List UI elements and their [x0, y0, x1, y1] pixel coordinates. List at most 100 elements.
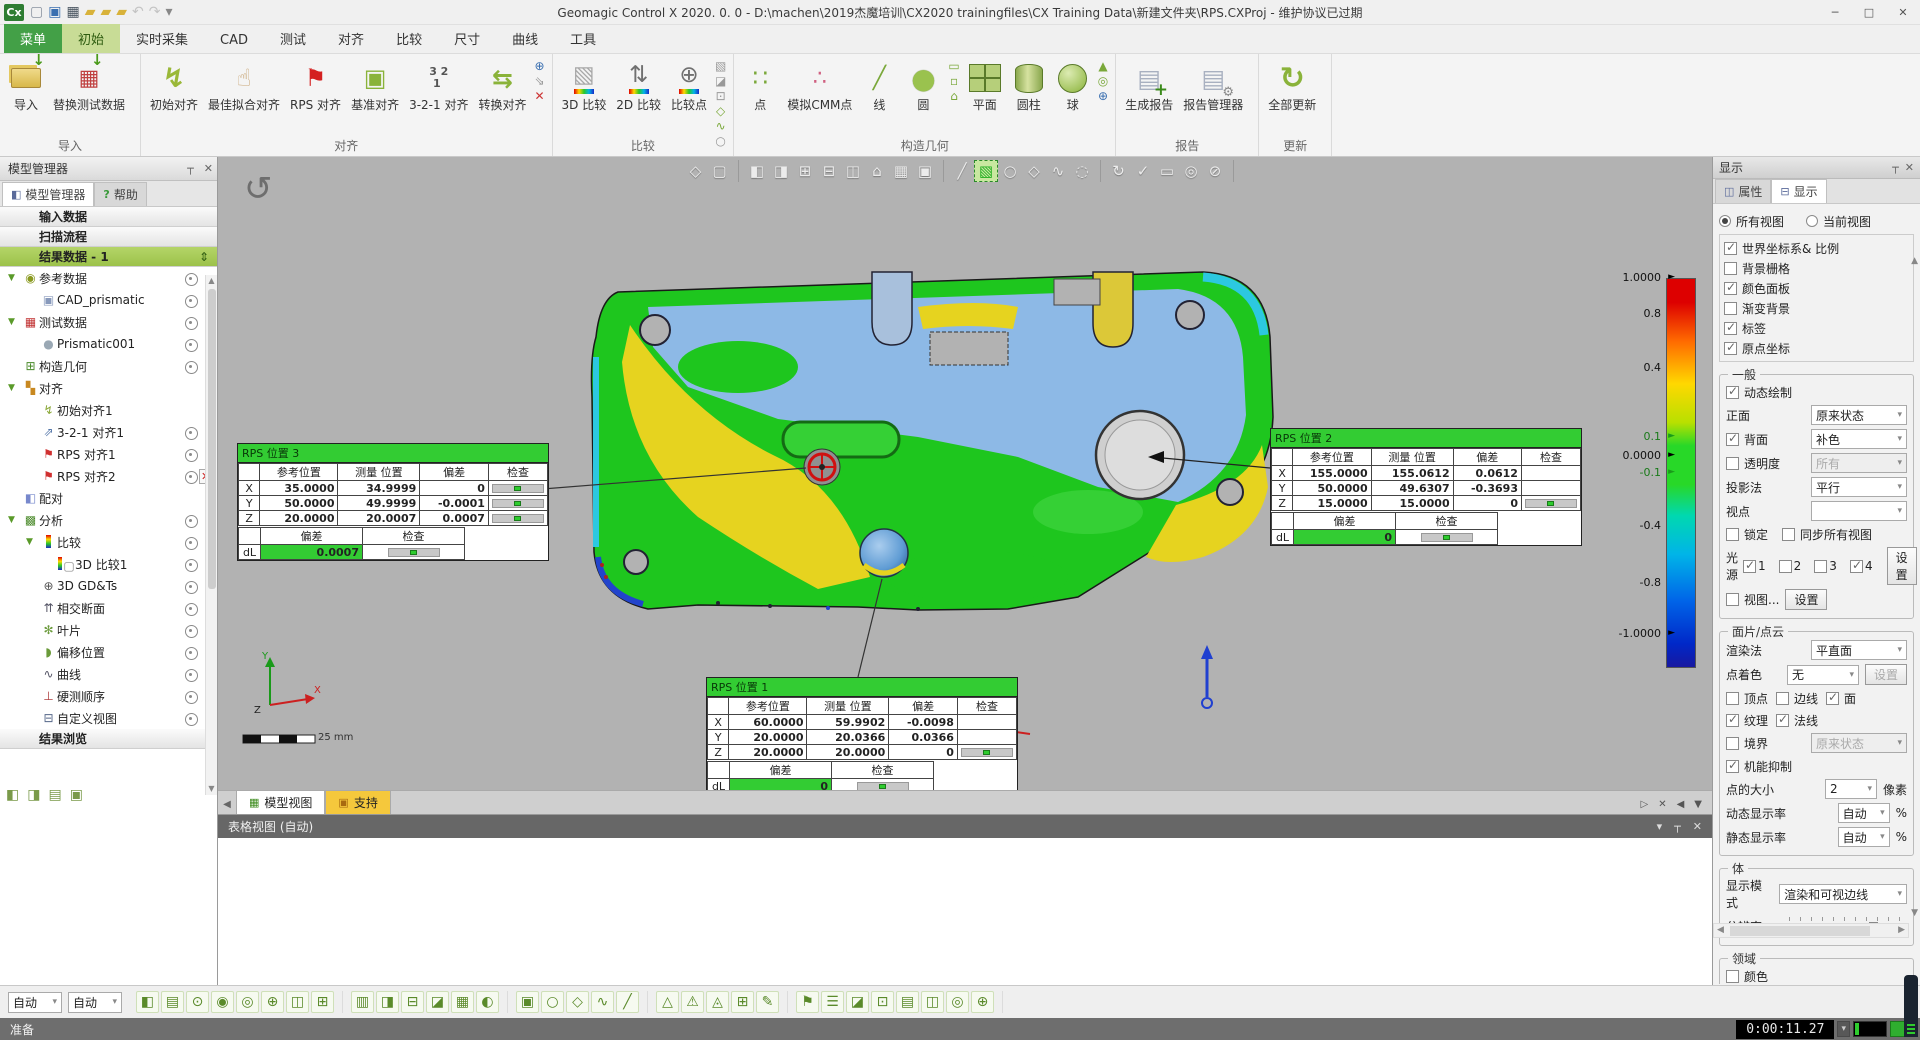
globe-icon[interactable]: ◎	[946, 991, 969, 1013]
tab-properties[interactable]: ◫ 属性	[1715, 179, 1771, 203]
maximize-button[interactable]: □	[1852, 0, 1886, 24]
checkbox[interactable]	[1726, 714, 1739, 727]
tree-item[interactable]: 3-2-1 对齐1	[0, 421, 217, 443]
tree-filter-icon-4[interactable]: ▣	[70, 787, 83, 803]
scroll-down-icon[interactable]: ▼	[206, 783, 217, 795]
mesh-display-icon[interactable]: ▥	[351, 991, 374, 1013]
tree-item[interactable]: 硬测顺序	[0, 685, 217, 707]
visibility-eye-icon[interactable]	[184, 602, 199, 615]
visibility-eye-icon[interactable]	[184, 536, 199, 549]
select-line-icon[interactable]: ╱	[616, 991, 639, 1013]
prev-tab-icon[interactable]: ◀	[1677, 799, 1685, 810]
freeform-select-icon[interactable]: ∿	[1046, 160, 1070, 182]
tab-model-manager[interactable]: ◧ 模型管理器	[2, 182, 94, 206]
visibility-eye-icon[interactable]	[184, 272, 199, 285]
cylinder-tool-button[interactable]: 圆柱	[1007, 56, 1051, 116]
boundary-compare-icon[interactable]: ⊡	[715, 90, 726, 102]
rectangle-tool-icon[interactable]: ▫	[948, 75, 959, 87]
scroll-right-icon[interactable]: ▶	[1898, 925, 1905, 935]
region-color-checkbox[interactable]	[1726, 970, 1739, 983]
expand-arrow-icon[interactable]	[8, 273, 22, 283]
scroll-down-icon[interactable]: ▼	[1911, 908, 1918, 918]
back-face-select[interactable]: 补色	[1811, 429, 1907, 449]
suppress-checkbox[interactable]	[1726, 760, 1739, 773]
tab-menu-icon[interactable]: ▼	[1694, 799, 1702, 810]
auto-mode-select[interactable]: 自动	[8, 992, 62, 1013]
tree-item[interactable]: 比较	[0, 531, 217, 553]
tree-item[interactable]: 分析	[0, 509, 217, 531]
copy-view-icon[interactable]: ◫	[921, 991, 944, 1013]
report-manager-button[interactable]: 报告管理器	[1178, 56, 1248, 116]
tree-item[interactable]: 测试数据	[0, 311, 217, 333]
visibility-eye-icon[interactable]	[184, 690, 199, 703]
tabs-scroll-left-icon[interactable]: ◀	[218, 799, 236, 814]
view-right-icon[interactable]: ◨	[769, 160, 793, 182]
visibility-eye-icon[interactable]	[184, 448, 199, 461]
menu-item[interactable]: 曲线	[496, 24, 554, 53]
world-view-icon[interactable]: ◎	[1179, 160, 1203, 182]
home-view-icon[interactable]: ⌂	[865, 160, 889, 182]
section-shape-icon[interactable]: ◇	[684, 160, 708, 182]
radio-current-view[interactable]	[1806, 215, 1818, 227]
single-viewport-icon[interactable]: ▣	[913, 160, 937, 182]
minimize-button[interactable]: ─	[1818, 0, 1852, 24]
point-size-select[interactable]: 2	[1825, 779, 1877, 799]
tree-item[interactable]: 结果浏览	[0, 729, 217, 749]
tab-display[interactable]: ⊟ 显示	[1771, 179, 1826, 203]
undo-icon[interactable]: ↶	[132, 5, 144, 19]
select-circle-icon[interactable]: ○	[541, 991, 564, 1013]
clear-selection-icon[interactable]: ▭	[1155, 160, 1179, 182]
dynamic-draw-checkbox[interactable]	[1726, 386, 1739, 399]
shade-display-icon[interactable]: ◨	[376, 991, 399, 1013]
list-view-icon[interactable]: ☰	[821, 991, 844, 1013]
boundary-checkbox[interactable]	[1726, 737, 1739, 750]
menu-item[interactable]: 初始	[62, 24, 120, 53]
circle-select-icon[interactable]: ○	[998, 160, 1022, 182]
table-view-header[interactable]: 表格视图 (自动) ▾ ┬ ✕	[218, 815, 1712, 838]
slot-tool-icon[interactable]: ▭	[948, 60, 959, 72]
tree-item[interactable]: 参考数据	[0, 267, 217, 289]
multi-viewport-icon[interactable]: ▦	[889, 160, 913, 182]
expand-arrow-icon[interactable]	[8, 515, 22, 525]
3d-compare-button[interactable]: 3D 比较	[557, 56, 612, 116]
menu-item[interactable]: 对齐	[322, 24, 380, 53]
scroll-up-icon[interactable]: ▲	[1911, 256, 1918, 266]
tree-item[interactable]: 结果数据 - 1	[0, 247, 217, 267]
visibility-eye-icon[interactable]	[184, 712, 199, 725]
tree-item[interactable]: 输入数据	[0, 207, 217, 227]
rotate-view-widget[interactable]: ↺	[244, 169, 273, 209]
static-rate-select[interactable]: 自动	[1838, 827, 1890, 847]
light-checkbox[interactable]	[1743, 560, 1756, 573]
checkbox[interactable]	[1724, 322, 1737, 335]
circle-probe-icon[interactable]: ◎	[236, 991, 259, 1013]
export-icon-3[interactable]: ▰	[116, 5, 127, 19]
shaded-box-icon[interactable]: ◪	[846, 991, 869, 1013]
plane-tool-button[interactable]: 平面	[963, 56, 1007, 116]
update-all-button[interactable]: 全部更新	[1263, 56, 1321, 116]
2d-compare-button[interactable]: 2D 比较	[611, 56, 666, 116]
visibility-eye-icon[interactable]	[184, 558, 199, 571]
rps-table-title[interactable]: RPS 位置 2	[1271, 429, 1581, 448]
view-left-icon[interactable]: ◧	[745, 160, 769, 182]
add-point-icon[interactable]: ⊕	[261, 991, 284, 1013]
tree-item[interactable]: 曲线	[0, 663, 217, 685]
import-button[interactable]: 导入	[4, 56, 48, 116]
tree-item[interactable]: 扫描流程	[0, 227, 217, 247]
tree-item[interactable]: 3D GD&Ts	[0, 575, 217, 597]
points-display-icon[interactable]: ▦	[451, 991, 474, 1013]
export-icon-1[interactable]: ▰	[85, 5, 96, 19]
visibility-eye-icon[interactable]	[184, 470, 199, 483]
spring-compare-icon[interactable]: ∿	[715, 120, 726, 132]
point-tool-button[interactable]: 点	[738, 56, 782, 116]
tree-filter-icon-2[interactable]: ◨	[27, 787, 40, 803]
radio-all-views[interactable]	[1719, 215, 1731, 227]
tree-item[interactable]: 叶片	[0, 619, 217, 641]
select-lasso-icon[interactable]: ∿	[591, 991, 614, 1013]
visibility-eye-icon[interactable]	[184, 294, 199, 307]
tree-filter-icon-3[interactable]: ▤	[48, 787, 61, 803]
rectangle-select-icon[interactable]: ▧	[974, 160, 998, 182]
menu-item[interactable]: 测试	[264, 24, 322, 53]
cone-display-icon[interactable]: △	[656, 991, 679, 1013]
select-poly-icon[interactable]: ◇	[566, 991, 589, 1013]
visibility-eye-icon[interactable]	[184, 338, 199, 351]
